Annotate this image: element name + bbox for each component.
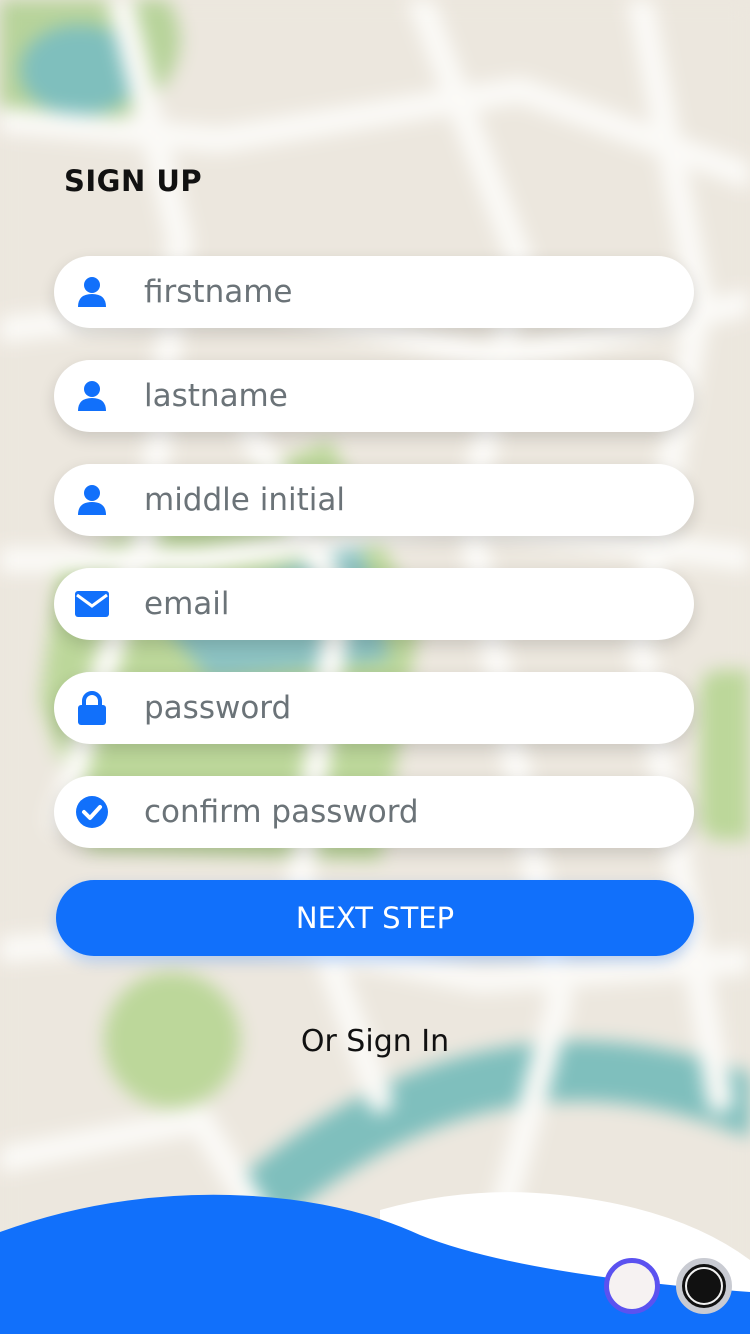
check-circle-icon [74,794,110,830]
user-icon [74,482,110,518]
middle-initial-field[interactable] [54,464,694,536]
pager-dot-1[interactable] [604,1258,660,1314]
lastname-input[interactable] [144,360,664,432]
envelope-icon [74,586,110,622]
firstname-input[interactable] [144,256,664,328]
lastname-field[interactable] [54,360,694,432]
firstname-field[interactable] [54,256,694,328]
user-icon [74,274,110,310]
confirm-password-input[interactable] [144,776,664,848]
user-icon [74,378,110,414]
map-background [0,0,750,1334]
middle-initial-input[interactable] [144,464,664,536]
next-step-button[interactable]: NEXT STEP [56,880,694,956]
page-title: SIGN UP [64,164,203,198]
lock-icon [74,690,110,726]
password-field[interactable] [54,672,694,744]
email-field[interactable] [54,568,694,640]
password-input[interactable] [144,672,664,744]
confirm-password-field[interactable] [54,776,694,848]
sign-in-link[interactable]: Or Sign In [0,1024,750,1059]
pager-dot-2[interactable] [676,1258,732,1314]
email-input[interactable] [144,568,664,640]
